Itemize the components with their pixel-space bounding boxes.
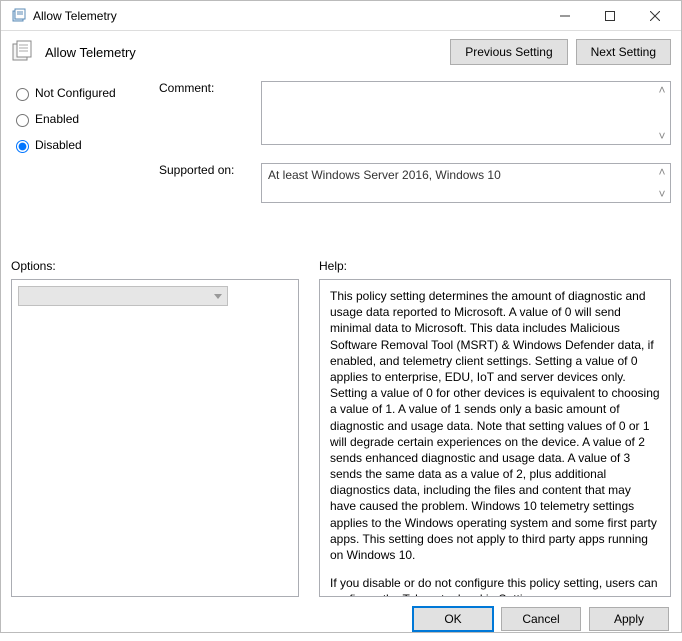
policy-icon [11,40,39,64]
minimize-button[interactable] [542,1,587,31]
radio-not-configured-input[interactable] [16,88,29,101]
ok-button[interactable]: OK [413,607,493,631]
scroll-up-icon[interactable]: ˄ [656,166,668,178]
apply-button[interactable]: Apply [589,607,669,631]
window-controls [542,1,677,31]
policy-header: Allow Telemetry Previous Setting Next Se… [11,39,671,65]
options-dropdown-disabled [18,286,228,306]
scroll-down-icon[interactable]: ˅ [656,130,668,142]
next-setting-button[interactable]: Next Setting [576,39,671,65]
maximize-button[interactable] [587,1,632,31]
options-panel [11,279,299,597]
policy-name: Allow Telemetry [45,45,442,60]
radio-not-configured-label: Not Configured [35,86,116,100]
options-label: Options: [11,259,299,273]
radio-disabled-label: Disabled [35,138,82,152]
scroll-down-icon[interactable]: ˅ [656,188,668,200]
close-button[interactable] [632,1,677,31]
radio-disabled[interactable]: Disabled [11,137,141,153]
help-label: Help: [319,259,671,273]
help-text-1: This policy setting determines the amoun… [330,288,660,563]
radio-enabled-label: Enabled [35,112,79,126]
radio-disabled-input[interactable] [16,140,29,153]
supported-on-label: Supported on: [159,163,243,177]
comment-textarea[interactable]: ˄ ˅ [261,81,671,145]
previous-setting-button[interactable]: Previous Setting [450,39,567,65]
comment-label: Comment: [159,81,243,95]
policy-app-icon [11,8,27,24]
cancel-button[interactable]: Cancel [501,607,581,631]
titlebar: Allow Telemetry [1,1,681,31]
radio-enabled-input[interactable] [16,114,29,127]
state-radio-group: Not Configured Enabled Disabled [11,81,141,245]
radio-not-configured[interactable]: Not Configured [11,85,141,101]
help-text-2: If you disable or do not configure this … [330,575,660,597]
window-title: Allow Telemetry [33,9,542,23]
supported-on-text: At least Windows Server 2016, Windows 10 [262,164,670,186]
help-panel[interactable]: This policy setting determines the amoun… [319,279,671,597]
dialog-buttons: OK Cancel Apply [11,607,671,631]
supported-on-box: At least Windows Server 2016, Windows 10… [261,163,671,203]
radio-enabled[interactable]: Enabled [11,111,141,127]
scroll-up-icon[interactable]: ˄ [656,84,668,96]
